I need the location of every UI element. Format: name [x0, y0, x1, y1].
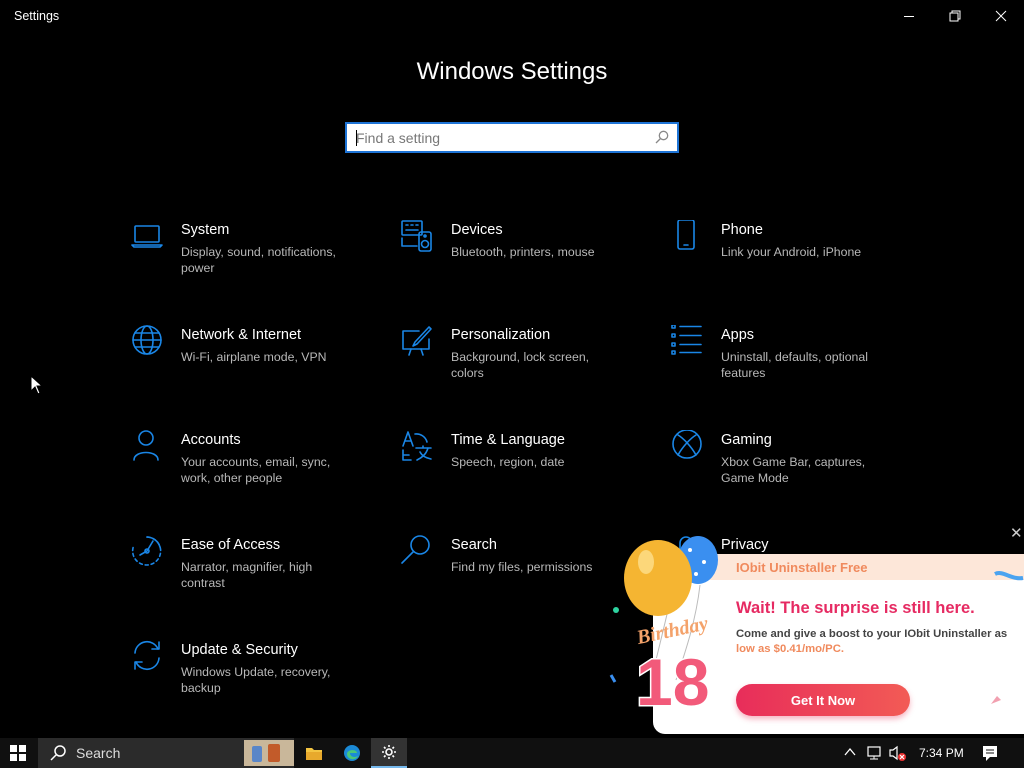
tile-title: Network & Internet — [181, 327, 302, 343]
globe-icon — [131, 325, 165, 359]
minimize-button[interactable] — [886, 0, 932, 32]
tile-title: Ease of Access — [181, 537, 281, 553]
xbox-icon — [671, 429, 705, 464]
tile-description: Windows Update, recovery, backup — [181, 665, 331, 695]
tile-devices[interactable]: Devices Bluetooth, printers, mouse — [401, 220, 651, 300]
search-input[interactable] — [356, 124, 646, 151]
edge-icon — [344, 745, 360, 761]
find-setting-search-box[interactable] — [345, 122, 679, 153]
settings-gear-icon — [382, 745, 396, 759]
tile-ease-of-access[interactable]: Ease of Access Narrator, magnifier, high… — [131, 535, 381, 615]
tile-system[interactable]: System Display, sound, notifications, po… — [131, 220, 381, 300]
ad-body-text: Come and give a boost to your IObit Unin… — [736, 627, 1016, 657]
tile-description: Link your Android, iPhone — [721, 245, 862, 259]
badge-number: 18 — [636, 645, 709, 719]
tile-title: Apps — [721, 327, 755, 343]
tile-description: Background, lock screen, colors — [451, 350, 590, 380]
action-center-icon[interactable] — [980, 743, 1000, 763]
tile-title: Accounts — [181, 432, 241, 448]
person-icon — [131, 430, 165, 464]
tile-title: System — [181, 222, 230, 238]
tile-personalization[interactable]: Personalization Background, lock screen,… — [401, 325, 651, 405]
tile-title: Personalization — [451, 327, 551, 343]
taskbar-clock[interactable]: 7:34 PM — [919, 746, 964, 760]
birthday-balloons-graphic: Birthday 18 — [609, 536, 718, 721]
get-it-now-button[interactable]: Get It Now — [736, 684, 910, 716]
tile-title: Update & Security — [181, 642, 298, 658]
tile-description: Narrator, magnifier, high contrast — [181, 560, 313, 590]
title-bar: Settings — [0, 0, 1024, 32]
tile-accounts[interactable]: Accounts Your accounts, email, sync, wor… — [131, 430, 381, 510]
ad-close-button[interactable]: ✕ — [1010, 524, 1023, 542]
tile-description: Xbox Game Bar, captures, Game Mode — [721, 455, 866, 485]
paint-monitor-icon — [401, 325, 435, 359]
sync-arrows-icon — [131, 640, 165, 674]
tile-description: Uninstall, defaults, optional features — [721, 350, 868, 380]
start-button[interactable] — [0, 738, 36, 768]
ad-brand-name: IObit Uninstaller Free — [736, 560, 868, 575]
minimize-icon — [904, 16, 914, 17]
ad-headline: Wait! The surprise is still here. — [736, 599, 975, 617]
tile-description: Your accounts, email, sync, work, other … — [181, 455, 331, 485]
ease-of-access-icon — [131, 535, 165, 569]
tile-network-internet[interactable]: Network & Internet Wi-Fi, airplane mode,… — [131, 325, 381, 405]
tile-gaming[interactable]: Gaming Xbox Game Bar, captures, Game Mod… — [671, 429, 921, 510]
file-explorer-icon — [306, 748, 322, 760]
keyboard-speaker-icon — [401, 220, 435, 254]
restore-button[interactable] — [932, 0, 978, 32]
taskbar-search-label: Search — [76, 745, 121, 761]
tile-description: Speech, region, date — [451, 455, 565, 469]
search-icon[interactable] — [655, 130, 669, 144]
tile-phone[interactable]: Phone Link your Android, iPhone — [671, 219, 921, 300]
tile-description: Bluetooth, printers, mouse — [451, 245, 595, 259]
ad-body-prefix: Come and give a boost to your IObit Unin… — [736, 628, 1008, 640]
tile-title: Gaming — [721, 432, 772, 448]
taskbar-edge[interactable] — [334, 738, 370, 768]
apps-list-icon — [671, 324, 705, 359]
tile-description: Find my files, permissions — [451, 560, 593, 574]
ad-price-highlight: low as $0.41/mo/PC. — [736, 643, 844, 655]
close-icon — [995, 10, 1007, 22]
tile-title: Devices — [451, 222, 503, 238]
badge-word: Birthday — [634, 612, 710, 649]
restore-icon — [949, 10, 961, 22]
confetti-icon — [991, 696, 1001, 704]
close-button[interactable] — [978, 0, 1024, 32]
page-title: Windows Settings — [416, 58, 608, 85]
search-icon — [50, 745, 66, 761]
laptop-icon — [131, 220, 165, 254]
volume-muted-icon[interactable] — [888, 745, 908, 761]
search-highlight-art-icon — [244, 740, 294, 766]
tile-title: Phone — [721, 222, 763, 238]
tile-description: Display, sound, notifications, power — [181, 245, 336, 275]
tile-time-language[interactable]: Time & Language Speech, region, date — [401, 430, 651, 510]
taskbar-file-explorer[interactable] — [296, 738, 332, 768]
tile-title: Search — [451, 537, 497, 553]
network-icon[interactable] — [866, 745, 882, 761]
tile-apps[interactable]: Apps Uninstall, defaults, optional featu… — [671, 324, 921, 405]
tile-title: Privacy — [721, 537, 769, 553]
mouse-pointer-icon — [30, 375, 44, 395]
time-language-icon — [401, 430, 435, 464]
taskbar-search-box[interactable]: Search — [38, 738, 294, 768]
window-title: Settings — [14, 9, 60, 23]
search-magnifier-icon — [401, 535, 435, 569]
taskbar-settings[interactable] — [371, 738, 407, 768]
streamer-icon — [994, 571, 1024, 581]
tile-update-security[interactable]: Update & Security Windows Update, recove… — [131, 640, 381, 720]
phone-icon — [671, 219, 705, 254]
show-hidden-icons-chevron-icon[interactable] — [843, 745, 857, 759]
windows-logo-icon — [10, 745, 26, 761]
tile-title: Time & Language — [451, 432, 565, 448]
tile-description: Wi-Fi, airplane mode, VPN — [181, 350, 327, 364]
taskbar: Search 7:34 PM — [0, 738, 1024, 768]
